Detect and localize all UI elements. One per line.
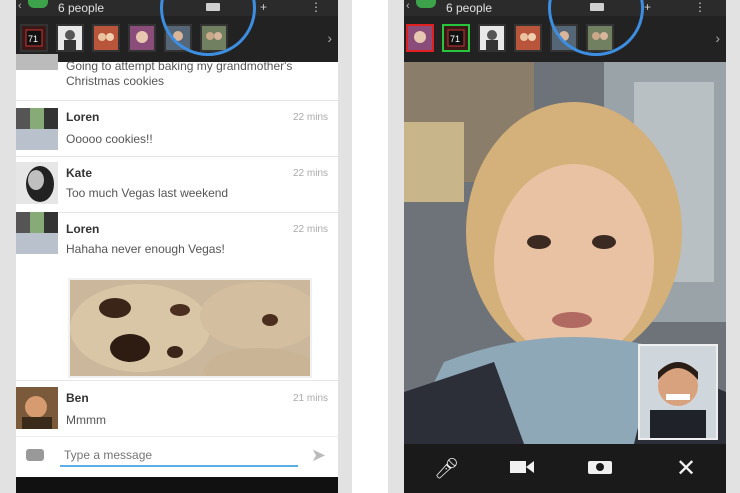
- participant-avatar[interactable]: 71: [442, 24, 470, 52]
- self-view-image: [640, 346, 716, 438]
- scroll-right-chevron-icon[interactable]: ›: [327, 30, 332, 46]
- switch-camera-glyph: [588, 461, 612, 474]
- phone-video-screen: ‹ 6 people + ⋮ 71 › 🎤︎ ✕: [388, 0, 740, 493]
- video-camera-glyph: [510, 461, 534, 473]
- svg-text:71: 71: [450, 34, 460, 44]
- hangouts-icon[interactable]: [28, 0, 48, 8]
- message-text: Mmmm: [66, 413, 106, 427]
- avatar: [16, 387, 58, 429]
- message-time: 22 mins: [292, 168, 328, 179]
- avatar-image: [16, 162, 58, 204]
- avatar-image: [58, 26, 82, 50]
- avatar: [16, 212, 58, 254]
- shared-photo-cookies[interactable]: [68, 278, 312, 378]
- back-chevron-icon[interactable]: ‹: [18, 0, 22, 12]
- add-person-icon[interactable]: +: [644, 0, 651, 14]
- avatar-image: [16, 387, 58, 429]
- message-row: Ben 21 mins Mmmm: [16, 380, 338, 438]
- cookies-image: [70, 280, 310, 376]
- avatar-71-icon: 71: [22, 26, 46, 50]
- back-chevron-icon[interactable]: ‹: [406, 0, 410, 12]
- end-call-close-icon[interactable]: ✕: [676, 454, 696, 483]
- nav-bar: [16, 477, 338, 493]
- hangouts-icon[interactable]: [416, 0, 436, 8]
- participant-avatar[interactable]: 71: [20, 24, 48, 52]
- overflow-menu-icon[interactable]: ⋮: [694, 0, 706, 14]
- phone-bezel-left: [388, 0, 404, 493]
- message-text: Hahaha never enough Vegas!: [66, 242, 225, 256]
- chat-area: Going to attempt baking my grandmother's…: [16, 54, 338, 477]
- participant-avatar[interactable]: [478, 24, 506, 52]
- compose-bar: ➤: [16, 436, 338, 477]
- scroll-right-chevron-icon[interactable]: ›: [715, 30, 720, 46]
- avatar: [16, 162, 58, 204]
- people-count[interactable]: 6 people: [58, 1, 104, 15]
- message-text: Too much Vegas last weekend: [66, 186, 229, 200]
- send-icon[interactable]: ➤: [311, 445, 326, 466]
- svg-text:71: 71: [28, 34, 38, 44]
- avatar-image: [516, 26, 540, 50]
- message-text: Ooooo cookies!!: [66, 132, 153, 146]
- message-text: Going to attempt baking my grandmother's: [66, 59, 293, 73]
- camera-icon[interactable]: [26, 449, 44, 461]
- message-time: 22 mins: [292, 224, 328, 235]
- avatar-71-icon: 71: [444, 26, 468, 50]
- avatar-image: [16, 212, 58, 254]
- message-row: Kate 22 mins Too much Vegas last weekend: [16, 156, 338, 213]
- message-input[interactable]: [60, 445, 298, 467]
- call-controls: 🎤︎ ✕: [404, 444, 726, 493]
- message-row: Loren 22 mins Ooooo cookies!!: [16, 100, 338, 157]
- participant-avatar[interactable]: [406, 24, 434, 52]
- avatar: [16, 54, 58, 70]
- phone-chat-screen: ‹ 6 people + ⋮ 71 › Going to attempt bak…: [0, 0, 352, 493]
- participant-avatar[interactable]: [128, 24, 156, 52]
- participant-avatar[interactable]: [92, 24, 120, 52]
- avatar: [16, 108, 58, 150]
- overflow-menu-icon[interactable]: ⋮: [310, 0, 322, 14]
- video-camera-icon[interactable]: [510, 458, 534, 481]
- sender-name: Kate: [66, 166, 93, 180]
- avatar-image: [408, 26, 432, 50]
- people-count[interactable]: 6 people: [446, 1, 492, 15]
- microphone-icon[interactable]: 🎤︎: [434, 456, 459, 481]
- avatar-image: [480, 26, 504, 50]
- sender-name: Loren: [66, 222, 100, 236]
- participant-avatar[interactable]: [56, 24, 84, 52]
- avatar-image: [94, 26, 118, 50]
- avatar-image: [16, 108, 58, 150]
- participant-avatar[interactable]: [514, 24, 542, 52]
- avatar-image: [130, 26, 154, 50]
- sender-name: Ben: [66, 391, 89, 405]
- sender-name: Loren: [66, 110, 100, 124]
- phone-bezel-right: [338, 0, 352, 493]
- phone-bezel-right: [726, 0, 740, 493]
- message-time: 21 mins: [292, 393, 328, 404]
- message-row: Going to attempt baking my grandmother's…: [16, 54, 338, 101]
- switch-camera-icon[interactable]: [586, 458, 614, 482]
- message-time: 22 mins: [292, 112, 328, 123]
- add-person-icon[interactable]: +: [260, 0, 267, 14]
- self-view-pip[interactable]: [638, 344, 718, 440]
- message-text: Christmas cookies: [66, 74, 165, 88]
- phone-bezel-left: [0, 0, 16, 493]
